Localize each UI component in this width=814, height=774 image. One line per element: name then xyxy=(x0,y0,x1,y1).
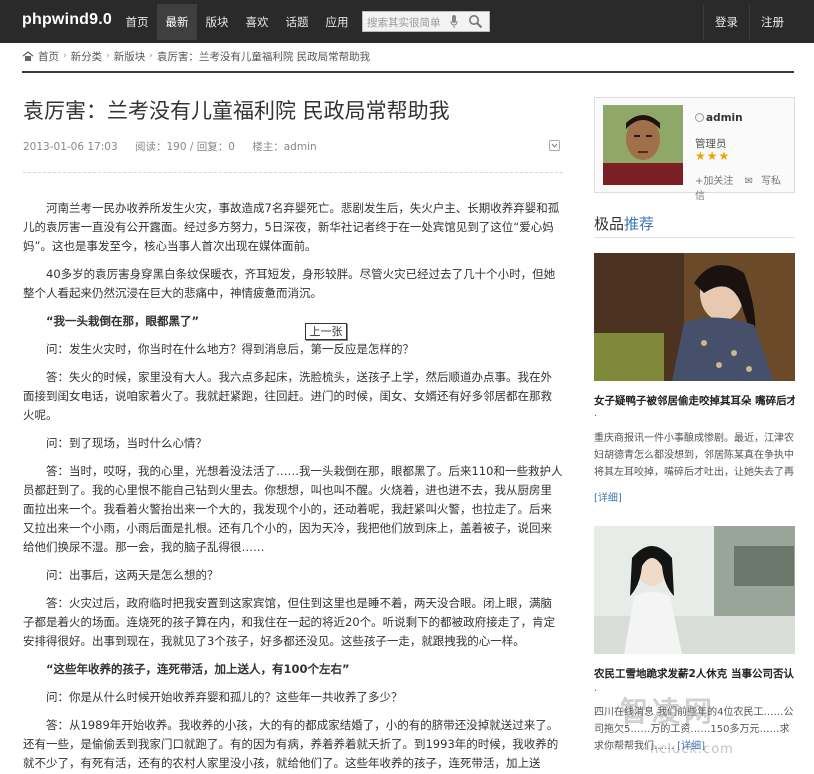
header-rule xyxy=(22,71,794,73)
username[interactable]: admin xyxy=(695,112,743,124)
nav-item-apps[interactable]: 应用 xyxy=(317,4,357,40)
breadcrumb-forum[interactable]: 新版块 xyxy=(114,49,146,64)
microphone-icon[interactable] xyxy=(450,15,458,28)
nav-item-home[interactable]: 首页 xyxy=(117,4,157,40)
recommend-more-1[interactable]: [详细] xyxy=(594,490,795,507)
article-body: 河南兰考一民办收养所发生火灾，事故造成7名弃婴死亡。悲剧发生后，失火户主、长期收… xyxy=(23,199,563,774)
user-icon xyxy=(695,113,704,122)
article-paragraph: 答：当时，哎呀，我的心里，光想着没法活了……我一头栽倒在那，眼都黑了。后来110… xyxy=(23,464,563,554)
follow-button[interactable]: +加关注 xyxy=(695,176,733,187)
article-paragraph: 问：你是从什么时候开始收养弃婴和孤儿的？这些年一共收养了多少？ xyxy=(46,690,403,704)
article-paragraph: 河南兰考一民办收养所发生火灾，事故造成7名弃婴死亡。悲剧发生后，失火户主、长期收… xyxy=(23,201,560,253)
post-stats: 阅读：190 / 回复：0 xyxy=(134,141,235,153)
avatar[interactable] xyxy=(603,105,683,185)
search-icon[interactable] xyxy=(468,14,483,29)
article-subheading: “我一头栽倒在那，眼都黑了” xyxy=(46,314,200,328)
article-title: 袁厉害：兰考没有儿童福利院 民政局常帮助我 xyxy=(23,99,450,123)
article-subheading: “这些年收养的孩子，连死带活，加上送人，有100个左右” xyxy=(46,662,350,676)
search-placeholder: 搜索其实很简单 xyxy=(367,17,441,29)
article-paragraph: 问：出事后，这两天是怎么想的？ xyxy=(46,568,219,582)
search-input[interactable]: 搜索其实很简单 xyxy=(362,11,490,32)
post-date: 2013-01-06 17:03 xyxy=(23,141,118,153)
nav-item-topics[interactable]: 话题 xyxy=(277,4,317,40)
mail-icon: ✉ xyxy=(744,176,753,187)
nav-item-forums[interactable]: 版块 xyxy=(197,4,237,40)
watermark: 智凌网 xyxy=(620,695,717,728)
recommend-image-2[interactable] xyxy=(594,526,795,654)
breadcrumb: 首页 › 新分类 › 新版块 › 袁厉害：兰考没有儿童福利院 民政局常帮助我 xyxy=(22,48,370,64)
article-paragraph: 40多岁的袁厉害身穿黑白条纹保暖衣，齐耳短发，身形较胖。尽管火灾已经过去了几十个… xyxy=(23,267,556,300)
chevron-down-icon[interactable] xyxy=(549,140,560,151)
article-paragraph: 答：失火的时候，家里没有大人。我六点多起床，洗脸梳头，送孩子上学，然后顺道办点事… xyxy=(23,370,552,422)
article-paragraph: 问：发生火灾时，你当时在什么地方？得到消息后，第一反应是怎样的？ xyxy=(46,342,414,356)
recommend-heading: 极品推荐 xyxy=(594,215,655,233)
home-icon xyxy=(22,50,34,61)
watermark-url: hcluck.com xyxy=(650,742,734,757)
breadcrumb-home[interactable]: 首页 xyxy=(38,49,59,64)
breadcrumb-separator: › xyxy=(149,51,153,61)
post-author[interactable]: 楼主：admin xyxy=(252,141,316,153)
user-actions: +加关注 ✉ 写私信 xyxy=(695,172,794,202)
register-link[interactable]: 注册 xyxy=(750,4,795,40)
user-rank-stars: ★★★ xyxy=(695,149,731,163)
recommend-dot-1: . xyxy=(594,408,598,419)
login-link[interactable]: 登录 xyxy=(704,4,749,40)
article-paragraph: 问：到了现场，当时什么心情？ xyxy=(46,436,207,450)
top-navbar: phpwind9.0 首页 最新 版块 喜欢 话题 应用 搜索其实很简单 登录 … xyxy=(0,0,814,43)
prev-image-tooltip[interactable]: 上一张 xyxy=(305,323,347,340)
author-card: admin 管理员 ★★★ +加关注 ✉ 写私信 xyxy=(594,97,795,202)
article-meta: 2013-01-06 17:03 阅读：190 / 回复：0 楼主：admin xyxy=(23,139,331,154)
article-paragraph: 答：火灾过后，政府临时把我安置到这家宾馆，但住到这里也是睡不着，两天没合眼。闭上… xyxy=(23,596,556,648)
recommend-rule xyxy=(594,237,795,238)
recommend-title-1[interactable]: 女子疑鸭子被邻居偷走咬掉其耳朵 嘴碎后才 xyxy=(594,393,795,408)
meta-divider xyxy=(23,172,563,173)
recommend-summary-1: 重庆商报讯一件小事酿成惨剧。最近，江津农妇胡德青怎么都没想到，邻居陈某真在争执中… xyxy=(594,433,794,478)
recommend-title-2[interactable]: 农民工雪地跪求发薪2人休克 当事公司否认... xyxy=(594,666,795,681)
site-logo[interactable]: phpwind9.0 xyxy=(22,11,112,29)
breadcrumb-separator: › xyxy=(63,51,67,61)
recommend-image-1[interactable] xyxy=(594,253,795,381)
recommend-dot-2: . xyxy=(594,683,598,694)
breadcrumb-category[interactable]: 新分类 xyxy=(71,49,103,64)
nav-item-likes[interactable]: 喜欢 xyxy=(237,4,277,40)
article-paragraph: 答：从1989年开始收养。我收养的小孩，大的有的都成家结婚了，小的有的脐带还没掉… xyxy=(23,718,559,770)
breadcrumb-separator: › xyxy=(106,51,110,61)
nav-item-latest[interactable]: 最新 xyxy=(157,4,197,40)
breadcrumb-current: 袁厉害：兰考没有儿童福利院 民政局常帮助我 xyxy=(156,50,371,63)
